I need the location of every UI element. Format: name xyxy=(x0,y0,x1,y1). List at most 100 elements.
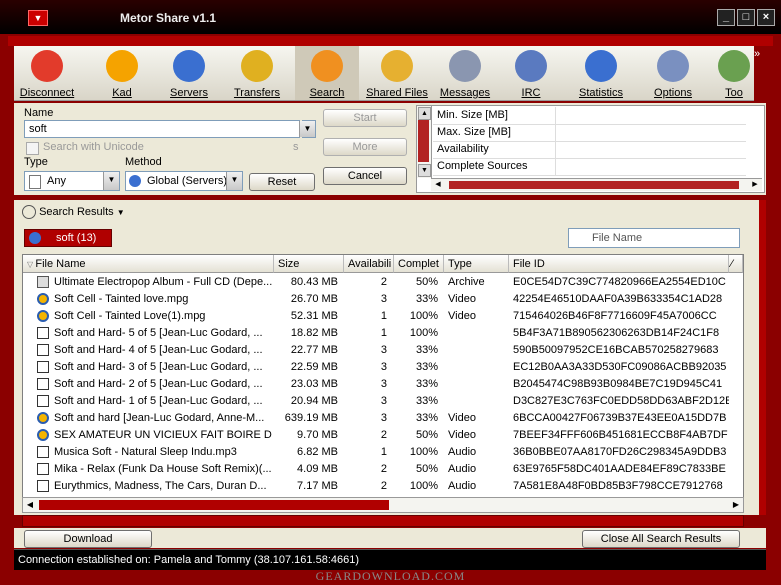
column-header-availability[interactable]: Availabili xyxy=(344,255,394,273)
chevron-down-icon: ▼ xyxy=(226,172,242,190)
scroll-down-icon[interactable]: ▼ xyxy=(418,164,431,177)
column-overflow-icon[interactable]: ⁄ xyxy=(729,255,743,273)
search-icon xyxy=(311,50,343,82)
column-header-file-name[interactable]: ▽ File Name xyxy=(23,255,274,273)
table-row[interactable]: Soft and Hard- 5 of 5 [Jean-Luc Godard, … xyxy=(23,325,743,342)
toolbar-button-search[interactable]: Search xyxy=(295,46,359,100)
column-header-file-id[interactable]: File ID xyxy=(509,255,729,273)
param-row-complete-sources[interactable]: Complete Sources xyxy=(433,158,746,176)
table-row[interactable]: Soft Cell - Tainted love.mpg 26.70 MB 3 33%… xyxy=(23,291,743,308)
hscroll-thumb[interactable] xyxy=(449,181,739,189)
toolbar-button-statistics[interactable]: Statistics xyxy=(570,46,632,100)
type-select[interactable]: Any ▼ xyxy=(24,171,120,191)
search-input[interactable]: soft xyxy=(24,120,300,138)
download-button[interactable]: Download xyxy=(24,530,152,548)
cell-file-name: Mika - Relax (Funk Da House Soft Remix)(… xyxy=(54,463,272,475)
toolbar-button-servers[interactable]: Servers xyxy=(156,46,222,100)
toolbar-button-transfers[interactable]: Transfers xyxy=(226,46,288,100)
unknown-file-icon xyxy=(37,395,49,407)
cell-availability: 1 xyxy=(380,327,387,339)
table-row[interactable]: Mika - Relax (Funk Da House Soft Remix)(… xyxy=(23,461,743,478)
tab-label: soft (13) xyxy=(56,232,97,244)
scroll-right-icon[interactable]: ▶ xyxy=(731,499,741,511)
results-hscrollbar[interactable]: ◀ ▶ xyxy=(22,497,744,513)
cell-size: 52.31 MB xyxy=(290,310,338,322)
scroll-left-icon[interactable]: ◀ xyxy=(25,499,35,511)
close-button[interactable]: × xyxy=(757,9,775,26)
table-row[interactable]: Soft and Hard- 1 of 5 [Jean-Luc Godard, … xyxy=(23,393,743,410)
results-filter-input[interactable]: File Name xyxy=(568,228,740,248)
table-row[interactable]: Soft Cell - Tainted Love(1).mpg 52.31 MB 1… xyxy=(23,308,743,325)
param-label: Max. Size [MB] xyxy=(437,126,511,138)
toolbar-button-too[interactable]: Too xyxy=(712,46,756,100)
shared-files-icon xyxy=(381,50,413,82)
reset-button[interactable]: Reset xyxy=(249,173,315,191)
scroll-left-icon[interactable]: ◀ xyxy=(433,180,443,190)
column-header-size[interactable]: Size xyxy=(274,255,344,273)
toolbar-button-shared-files[interactable]: Shared Files xyxy=(364,46,430,100)
param-row-min-size[interactable]: Min. Size [MB] xyxy=(433,107,746,125)
maximize-button[interactable]: □ xyxy=(737,9,755,26)
param-label: Availability xyxy=(437,143,489,155)
cell-size: 20.94 MB xyxy=(290,395,338,407)
hscroll-thumb[interactable] xyxy=(39,500,389,510)
watermark: GEARDOWNLOAD.COM xyxy=(315,569,466,583)
toolbar-button-kad[interactable]: Kad xyxy=(94,46,150,100)
frame-strip-top xyxy=(8,36,773,46)
search-results-menu[interactable]: Search Results ▼ xyxy=(22,203,125,221)
parameters-hscrollbar[interactable]: ◀ ▶ xyxy=(431,178,762,191)
minimize-button[interactable]: _ xyxy=(717,9,735,26)
cell-file-name: Soft and Hard- 3 of 5 [Jean-Luc Godard, … xyxy=(54,361,263,373)
cell-type xyxy=(448,325,508,342)
parameters-scrollbar[interactable]: ▲ ▼ xyxy=(417,106,432,178)
table-row[interactable]: Soft and Hard- 2 of 5 [Jean-Luc Godard, … xyxy=(23,376,743,393)
table-row[interactable]: Musica Soft - Natural Sleep Indu.mp3 6.82… xyxy=(23,444,743,461)
param-separator xyxy=(555,124,556,141)
toolbar-button-messages[interactable]: Messages xyxy=(434,46,496,100)
app-menu-icon[interactable]: ▼ xyxy=(28,10,48,26)
more-button[interactable]: More xyxy=(323,138,407,156)
toolbar-button-label: Too xyxy=(725,87,743,99)
toolbar-button-label: Shared Files xyxy=(366,87,428,99)
table-row[interactable]: Soft and hard [Jean-Luc Godard, Anne-M..… xyxy=(23,410,743,427)
param-row-max-size[interactable]: Max. Size [MB] xyxy=(433,124,746,142)
video-file-icon xyxy=(37,412,49,424)
scroll-right-icon[interactable]: ▶ xyxy=(750,180,760,190)
scroll-thumb[interactable] xyxy=(418,120,429,162)
table-row[interactable]: Ultimate Electropop Album - Full CD (Dep… xyxy=(23,274,743,291)
cell-size: 7.17 MB xyxy=(297,480,338,492)
splitter-bar[interactable] xyxy=(22,515,744,527)
tab-search-soft[interactable]: soft (13) xyxy=(24,229,112,247)
cell-file-name: Soft Cell - Tainted Love(1).mpg xyxy=(54,310,206,322)
cell-file-id: 36B0BBE07AA8170FD26C298345A9DDB3 xyxy=(513,446,727,458)
table-row[interactable]: Soft and Hard- 3 of 5 [Jean-Luc Godard, … xyxy=(23,359,743,376)
table-row[interactable]: Eurythmics, Madness, The Cars, Duran D..… xyxy=(23,478,743,495)
toolbar-button-disconnect[interactable]: Disconnect xyxy=(16,46,78,100)
cell-file-id: E0CE54D7C39C774820966EA2554ED10C xyxy=(513,276,726,288)
toolbar-button-label: Search xyxy=(309,87,345,99)
cell-file-name: Soft and Hard- 4 of 5 [Jean-Luc Godard, … xyxy=(54,344,263,356)
search-history-dropdown[interactable]: ▼ xyxy=(299,120,316,138)
toolbar-button-options[interactable]: Options xyxy=(642,46,704,100)
column-header-type[interactable]: Type xyxy=(444,255,509,273)
scroll-up-icon[interactable]: ▲ xyxy=(418,107,431,120)
cancel-button[interactable]: Cancel xyxy=(323,167,407,185)
param-separator xyxy=(555,158,556,175)
toolbar-overflow-icon[interactable]: » xyxy=(754,48,760,60)
close-all-results-button[interactable]: Close All Search Results xyxy=(582,530,740,548)
table-row[interactable]: Soft and Hard- 4 of 5 [Jean-Luc Godard, … xyxy=(23,342,743,359)
method-label: Method xyxy=(125,156,162,168)
param-row-availability[interactable]: Availability xyxy=(433,141,746,159)
cell-type xyxy=(448,342,508,359)
cell-availability: 3 xyxy=(380,378,387,390)
results-vscrollbar[interactable] xyxy=(759,200,766,515)
start-button[interactable]: Start xyxy=(323,109,407,127)
toolbar-button-irc[interactable]: IRC xyxy=(508,46,554,100)
cell-complete: 33% xyxy=(415,361,438,373)
cell-type xyxy=(448,376,508,393)
unicode-checkbox[interactable] xyxy=(26,142,39,155)
table-row[interactable]: SEX AMATEUR UN VICIEUX FAIT BOIRE D... 9.… xyxy=(23,427,743,444)
cell-file-id: 7A581E8A48F0BD85B3F798CCE7912768 xyxy=(513,480,723,492)
column-header-complete[interactable]: Complet xyxy=(394,255,444,273)
method-select[interactable]: Global (Servers) ▼ xyxy=(125,171,243,191)
